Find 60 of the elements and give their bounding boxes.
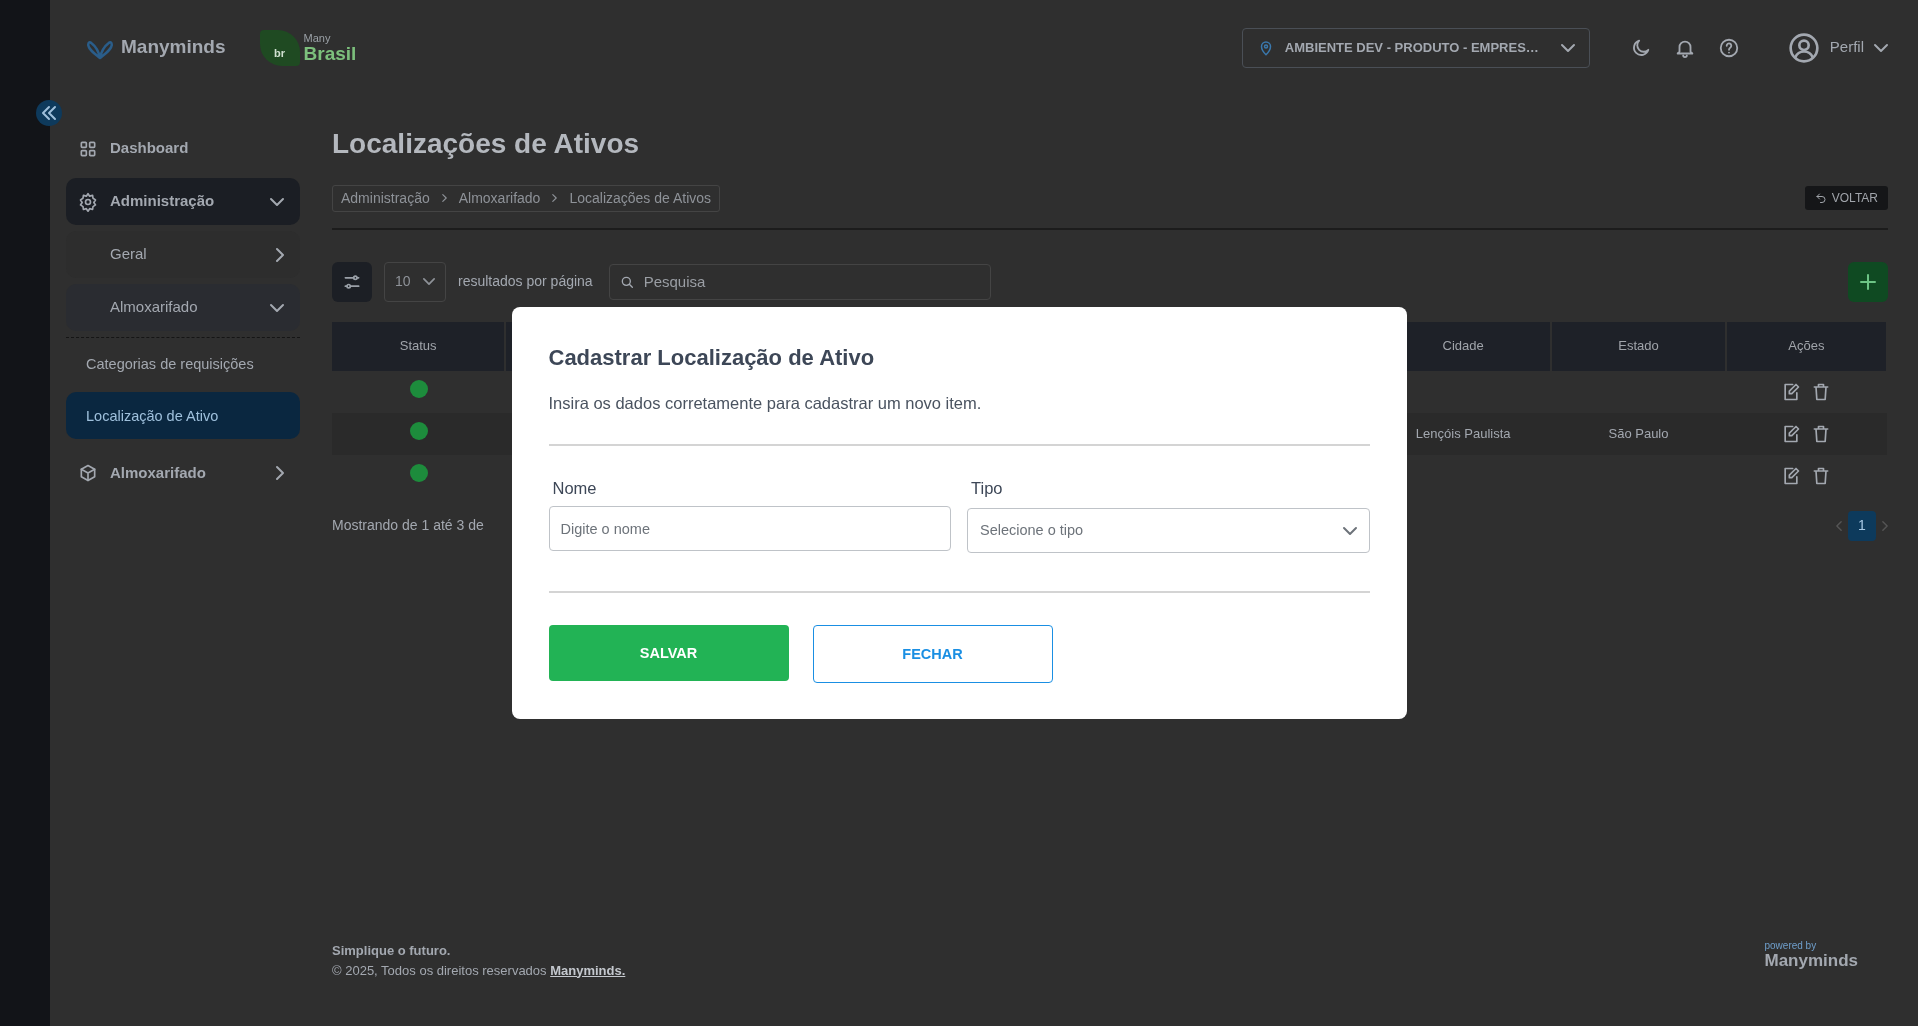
powered-by-label: powered by <box>1764 941 1818 952</box>
company-link[interactable]: Manyminds. <box>550 962 626 978</box>
chevron-down-icon <box>270 197 284 206</box>
back-button[interactable]: VOLTAR <box>1804 186 1888 211</box>
page-button[interactable]: 1 <box>1848 510 1876 541</box>
page-title: Localizações de Ativos <box>332 127 641 161</box>
help-icon[interactable] <box>1717 36 1740 59</box>
gear-icon <box>78 191 98 212</box>
type-select[interactable]: Selecione o tipo <box>967 508 1370 554</box>
filter-button[interactable] <box>332 261 372 302</box>
column-header: Estado <box>1551 321 1726 371</box>
chevron-down-icon <box>1342 526 1357 535</box>
chevron-down-icon <box>1560 43 1575 52</box>
search-field[interactable]: Pesquisa <box>608 263 991 300</box>
field-label: Tipo <box>971 477 1003 499</box>
sidebar-item[interactable]: Dashboard <box>66 125 300 172</box>
tagline: Simplique o futuro. <box>332 942 452 960</box>
chevron-right-icon <box>276 247 284 262</box>
column-header: Status <box>332 321 506 371</box>
add-button[interactable] <box>1848 261 1888 302</box>
logo-text: Manyminds <box>1764 951 1858 970</box>
environment-select[interactable]: AMBIENTE DEV - PRODUTO - EMPRES… <box>1241 27 1590 68</box>
edit-icon[interactable] <box>1781 465 1802 486</box>
profile-link[interactable]: Perfil <box>1829 36 1864 59</box>
logo-text: Many <box>303 32 332 44</box>
collapse-button[interactable] <box>36 100 62 126</box>
double-chevron-left-icon <box>42 106 56 120</box>
close-button[interactable]: FECHAR <box>812 625 1053 684</box>
column-header: Ações <box>1725 321 1887 371</box>
page-size-select[interactable]: 10 <box>384 261 446 302</box>
modal-title: Cadastrar Localização de Ativo <box>548 344 876 371</box>
breadcrumb-link[interactable]: Administração <box>341 187 430 209</box>
sidebar-item[interactable]: Categorias de requisições <box>66 346 300 383</box>
modal-subtitle: Insira os dados corretamente para cadastrar um novo item. <box>548 392 983 414</box>
logo-text: Manyminds <box>121 35 226 60</box>
chevron-right-icon <box>441 194 447 203</box>
copyright-text: © 2025, Todos os direitos reservados Manyminds. <box>332 961 626 980</box>
chevron-down-icon <box>270 303 284 312</box>
leaf-badge: br <box>259 29 300 66</box>
results-summary: Mostrando de 1 até 3 de <box>332 516 484 536</box>
undo-icon <box>1814 192 1827 205</box>
logo-text: Brasil <box>303 43 357 63</box>
edit-icon[interactable] <box>1781 423 1802 444</box>
field-label: Nome <box>552 477 597 499</box>
name-input[interactable]: Digite o nome <box>548 506 951 552</box>
chevron-right-icon <box>276 465 284 480</box>
cube-icon <box>78 462 98 483</box>
page-size-label: resultados por página <box>458 272 593 292</box>
user-icon[interactable] <box>1787 31 1820 64</box>
breadcrumb-link[interactable]: Localizações de Ativos <box>569 187 712 209</box>
edit-icon[interactable] <box>1781 381 1802 402</box>
chevron-down-icon[interactable] <box>1874 43 1888 52</box>
sidebar-item[interactable]: Administração <box>66 178 300 225</box>
sidebar-item[interactable]: Almoxarifado <box>66 284 300 331</box>
table-cell: São Paulo <box>1551 412 1726 455</box>
chevron-right-icon <box>552 194 558 203</box>
breadcrumb-link[interactable]: Almoxarifado <box>458 187 541 209</box>
sidebar-item[interactable]: Almoxarifado <box>66 449 300 497</box>
sidebar-item[interactable]: Localização de Ativo <box>66 392 300 440</box>
chevron-down-icon <box>423 278 435 286</box>
